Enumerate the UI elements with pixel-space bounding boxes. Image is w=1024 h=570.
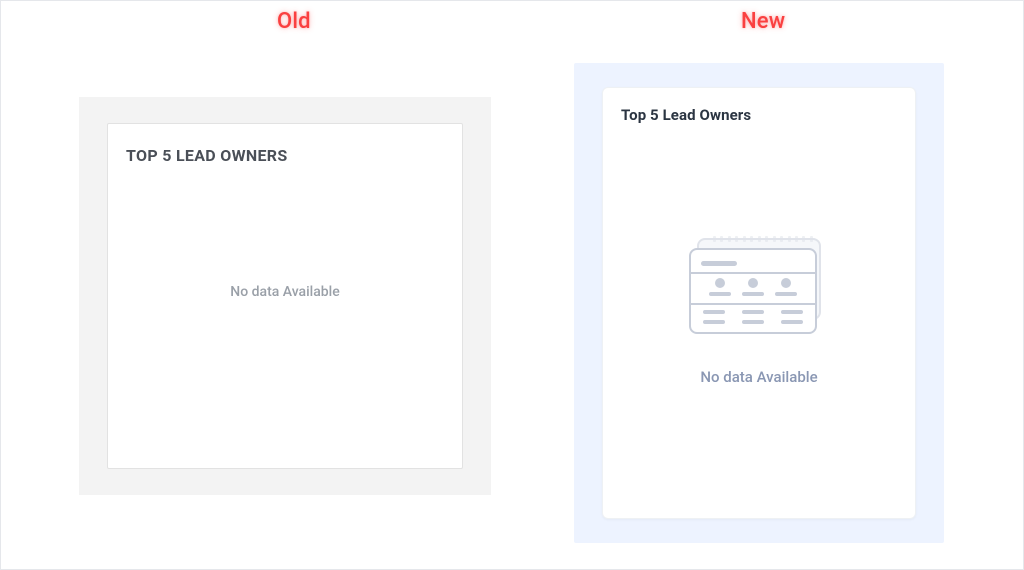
empty-data-icon [689, 238, 829, 334]
old-empty-text: No data Available [230, 284, 339, 300]
old-panel: TOP 5 LEAD OWNERS No data Available [79, 97, 491, 495]
new-label: New [741, 9, 785, 34]
new-card-title: Top 5 Lead Owners [621, 106, 751, 124]
page-frame: Old New TOP 5 LEAD OWNERS No data Availa… [0, 0, 1024, 570]
old-card: TOP 5 LEAD OWNERS No data Available [107, 123, 463, 469]
old-label: Old [277, 9, 311, 34]
new-empty-state: No data Available [603, 238, 915, 386]
new-panel: Top 5 Lead Owners [574, 63, 944, 543]
new-empty-text: No data Available [700, 368, 817, 386]
old-empty-state: No data Available [108, 284, 462, 300]
new-card: Top 5 Lead Owners [602, 87, 916, 519]
old-card-title: TOP 5 LEAD OWNERS [126, 146, 287, 165]
